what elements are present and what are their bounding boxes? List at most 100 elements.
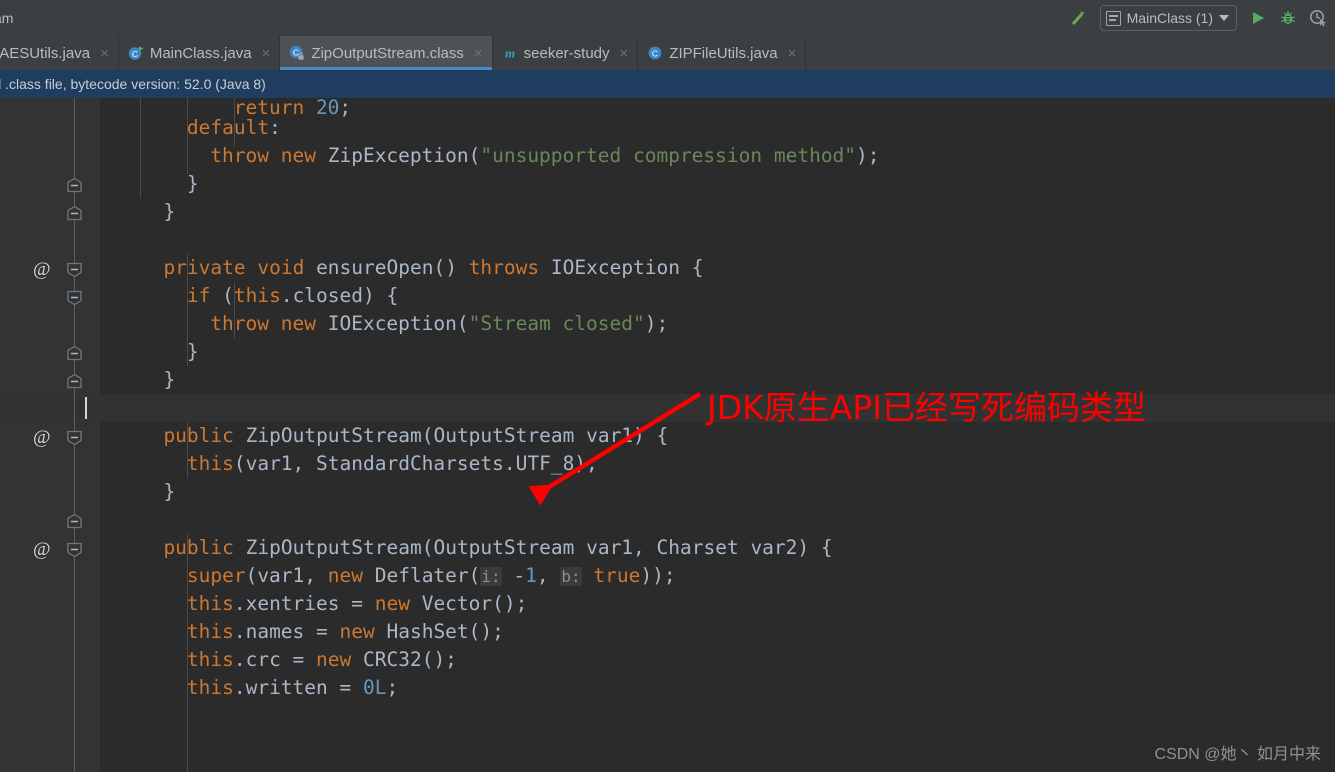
main-toolbar: am MainClass (1) xyxy=(0,0,1335,36)
text-caret xyxy=(85,397,87,419)
code-token: } xyxy=(163,368,176,391)
fold-marker-collapse-down-icon[interactable] xyxy=(66,289,83,306)
run-configuration-icon xyxy=(1105,10,1121,26)
close-icon[interactable]: × xyxy=(262,46,271,61)
editor-tab-label: ZIPFileUtils.java xyxy=(669,44,778,62)
editor-tab-label: MainClass.java xyxy=(149,44,252,62)
code-token: ZipException( xyxy=(327,144,481,167)
code-token: ensureOpen() xyxy=(316,256,469,279)
code-token: (var1, StandardCharsets.UTF_8); xyxy=(233,452,598,475)
code-line[interactable]: public ZipOutputStream(OutputStream var1… xyxy=(163,534,832,562)
chevron-down-icon xyxy=(1219,15,1229,21)
code-line[interactable]: throw new IOException("Stream closed"); xyxy=(210,310,668,338)
indent-guide xyxy=(140,98,141,198)
fold-marker-collapse-down-icon[interactable] xyxy=(66,541,83,558)
fold-marker-collapse-up-icon[interactable] xyxy=(66,205,83,222)
code-token: Deflater( xyxy=(374,564,481,587)
code-line[interactable]: this(var1, StandardCharsets.UTF_8); xyxy=(187,450,598,478)
code-token: new xyxy=(280,144,328,167)
code-token: ZipOutputStream(OutputStream var1) { xyxy=(245,424,669,447)
code-line[interactable]: super(var1, new Deflater(i: -1, b: true)… xyxy=(187,562,676,590)
code-token: this xyxy=(186,648,234,671)
close-icon[interactable]: × xyxy=(788,46,797,61)
code-line[interactable]: this.written = 0L; xyxy=(187,674,398,702)
code-line[interactable]: if (this.closed) { xyxy=(187,282,398,310)
code-line[interactable]: } xyxy=(163,198,175,226)
close-icon[interactable]: × xyxy=(474,46,483,61)
code-token: new xyxy=(280,312,328,335)
parameter-hint: b: xyxy=(560,567,582,586)
editor-tab-zipfileutils[interactable]: C ZIPFileUtils.java × xyxy=(638,36,807,70)
java-class-icon: C xyxy=(647,45,663,61)
code-token: 20 xyxy=(315,98,340,119)
editor-tab-label: seeker-study xyxy=(523,44,610,62)
code-token: new xyxy=(327,564,375,587)
code-token: HashSet(); xyxy=(386,620,504,643)
code-line[interactable]: private void ensureOpen() throws IOExcep… xyxy=(163,254,703,282)
code-token: new xyxy=(374,592,422,615)
code-token: ( xyxy=(222,284,234,307)
code-line[interactable]: } xyxy=(163,478,175,506)
code-line[interactable]: } xyxy=(187,170,199,198)
editor-tab-mainclass[interactable]: C MainClass.java × xyxy=(118,36,281,70)
run-configuration-selector[interactable]: MainClass (1) xyxy=(1099,5,1237,31)
editor-tab-bar: C eateAESUtils.java × C MainClass.java × xyxy=(0,36,1335,70)
fold-marker-collapse-up-icon[interactable] xyxy=(66,513,83,530)
code-token: ; xyxy=(339,98,352,119)
code-token: private xyxy=(163,256,258,279)
fold-marker-collapse-up-icon[interactable] xyxy=(66,177,83,194)
code-content[interactable]: return 20; default: throw new ZipException… xyxy=(0,98,1335,772)
code-token: default xyxy=(186,116,270,139)
code-token: void xyxy=(257,256,317,279)
code-token: this xyxy=(233,284,281,307)
run-configuration-label: MainClass (1) xyxy=(1126,10,1213,26)
code-token: 1 xyxy=(525,564,537,587)
editor-tab-zipoutputstream[interactable]: C ZipOutputStream.class × xyxy=(280,36,493,70)
fold-marker-collapse-down-icon[interactable] xyxy=(66,261,83,278)
override-annotation-icon[interactable]: @ xyxy=(33,540,51,559)
code-token: CRC32(); xyxy=(363,648,457,671)
code-token: throw xyxy=(210,312,281,335)
code-line[interactable]: default: xyxy=(187,114,281,142)
code-line[interactable]: this.crc = new CRC32(); xyxy=(187,646,457,674)
code-line[interactable]: this.names = new HashSet(); xyxy=(187,618,504,646)
parameter-hint: i: xyxy=(480,567,502,586)
breadcrumb: am xyxy=(0,10,14,26)
editor-tab-seeker-study[interactable]: m seeker-study × xyxy=(492,36,639,70)
code-token: ); xyxy=(644,312,669,335)
code-line[interactable]: public ZipOutputStream(OutputStream var1… xyxy=(163,422,668,450)
run-with-coverage-icon[interactable] xyxy=(1303,3,1333,33)
code-line[interactable]: } xyxy=(187,338,199,366)
code-token: IOException( xyxy=(327,312,469,335)
override-annotation-icon[interactable]: @ xyxy=(33,428,51,447)
watermark: CSDN @她丶 如月中来 xyxy=(1154,746,1321,763)
code-line[interactable]: throw new ZipException("unsupported comp… xyxy=(210,142,879,170)
fold-marker-collapse-up-icon[interactable] xyxy=(66,373,83,390)
debug-bug-icon[interactable] xyxy=(1273,3,1303,33)
code-token: .names = xyxy=(233,620,340,643)
banner-text: mpiled .class file, bytecode version: 52… xyxy=(0,76,266,92)
code-token: new xyxy=(339,620,387,643)
override-annotation-icon[interactable]: @ xyxy=(33,260,51,279)
close-icon[interactable]: × xyxy=(100,46,109,61)
java-class-decompiled-icon: C xyxy=(289,45,305,61)
code-token: - xyxy=(501,564,526,587)
code-token: if xyxy=(186,284,223,307)
run-play-icon[interactable] xyxy=(1243,3,1273,33)
code-editor[interactable]: return 20; default: throw new ZipException… xyxy=(0,98,1335,772)
toolbar-right-group: MainClass (1) xyxy=(1064,0,1335,36)
editor-tab-createaesutils[interactable]: C eateAESUtils.java × xyxy=(0,36,119,70)
fold-marker-collapse-up-icon[interactable] xyxy=(66,345,83,362)
code-token: public xyxy=(163,536,246,559)
code-token: .xentries = xyxy=(233,592,375,615)
code-token: throws xyxy=(468,256,551,279)
fold-marker-collapse-down-icon[interactable] xyxy=(66,429,83,446)
close-icon[interactable]: × xyxy=(620,46,629,61)
code-line[interactable]: this.xentries = new Vector(); xyxy=(187,590,528,618)
code-token: } xyxy=(186,172,199,195)
hammer-icon[interactable] xyxy=(1064,3,1094,33)
code-token: .closed) { xyxy=(280,284,399,307)
code-line[interactable]: } xyxy=(163,366,175,394)
code-token: )); xyxy=(640,564,676,587)
